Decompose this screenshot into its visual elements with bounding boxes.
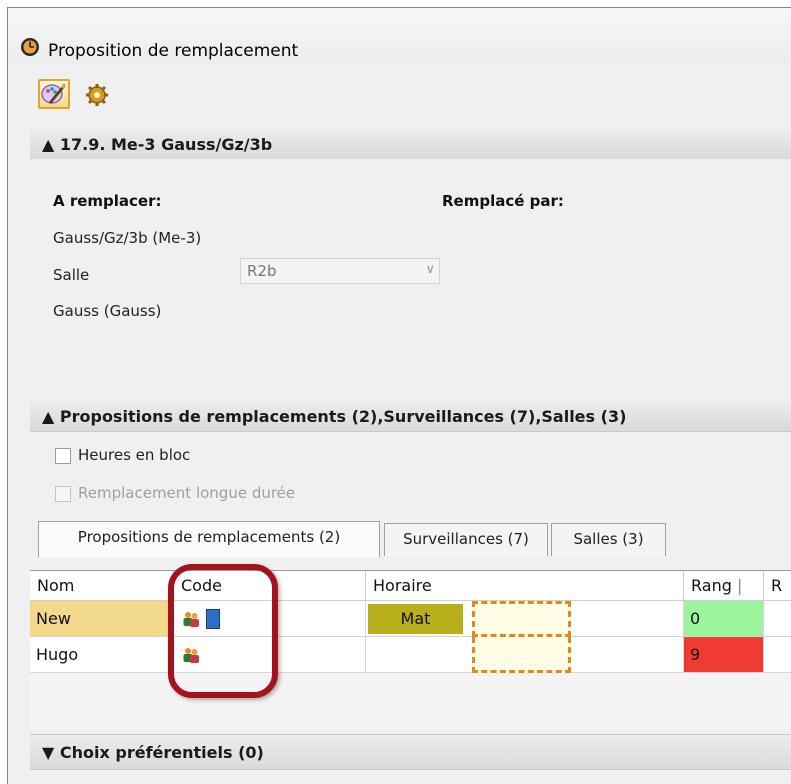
app-clock-icon <box>21 38 39 56</box>
table-row-hugo-r[interactable] <box>764 637 791 673</box>
tab-surveillances[interactable]: Surveillances (7) <box>384 523 548 556</box>
window: Proposition de remplacement ▲ 17.9. Me-3… <box>7 7 791 784</box>
section-header-choix[interactable]: ▼ Choix préférentiels (0) <box>30 734 791 770</box>
tab-propositions[interactable]: Propositions de remplacements (2) <box>38 521 380 557</box>
title-bar: Proposition de remplacement <box>8 8 791 64</box>
tab-salles[interactable]: Salles (3) <box>551 523 666 556</box>
table-row-new-nom[interactable]: New <box>30 601 174 637</box>
table-row-new-rang[interactable]: 0 <box>684 601 764 637</box>
replacement-details-panel: A remplacer: Remplacé par: Gauss/Gz/3b (… <box>30 159 791 396</box>
heures-en-bloc-checkbox[interactable] <box>55 448 71 464</box>
remplace-par-label: Remplacé par: <box>442 192 564 210</box>
column-header-rang[interactable]: Rang | <box>684 571 764 601</box>
column-header-r[interactable]: R <box>764 571 791 601</box>
salle-label: Salle <box>53 266 90 284</box>
palette-brush-icon <box>41 83 67 104</box>
gear-icon[interactable] <box>84 82 110 108</box>
longue-duree-label: Remplacement longue durée <box>78 484 296 502</box>
horaire-slot-dashed <box>472 601 571 637</box>
palette-button[interactable] <box>38 79 70 109</box>
teacher-text: Gauss (Gauss) <box>53 302 162 320</box>
chevron-down-icon: ∨ <box>425 262 435 277</box>
section-header-lesson[interactable]: ▲ 17.9. Me-3 Gauss/Gz/3b <box>30 129 791 160</box>
salle-value: R2b <box>247 262 277 280</box>
table-row-hugo-nom[interactable]: Hugo <box>30 637 174 673</box>
tab-strip: Propositions de remplacements (2) Survei… <box>30 521 791 557</box>
table-row-hugo-rang[interactable]: 9 <box>684 637 764 673</box>
column-header-horaire[interactable]: Horaire <box>366 571 684 601</box>
table-row-hugo-horaire[interactable] <box>366 637 684 673</box>
heures-en-bloc-label: Heures en bloc <box>78 446 191 464</box>
lesson-text: Gauss/Gz/3b (Me-3) <box>53 229 202 247</box>
window-title: Proposition de remplacement <box>48 41 299 61</box>
salle-combobox[interactable]: R2b ∨ <box>240 258 440 284</box>
column-header-nom[interactable]: Nom <box>30 571 174 601</box>
section-header-propositions[interactable]: ▲ Propositions de remplacements (2),Surv… <box>30 401 791 432</box>
longue-duree-checkbox[interactable] <box>55 486 71 502</box>
propositions-grid: Nom Code Horaire Rang | R New Mat 0 Hugo <box>30 570 791 729</box>
horaire-slot-mat: Mat <box>368 604 463 634</box>
a-remplacer-label: A remplacer: <box>53 192 162 210</box>
toolbar <box>8 70 791 120</box>
horaire-slot-dashed <box>472 637 571 673</box>
highlight-ring <box>168 564 278 698</box>
table-row-new-r[interactable] <box>764 601 791 637</box>
table-row-new-horaire[interactable]: Mat <box>366 601 684 637</box>
